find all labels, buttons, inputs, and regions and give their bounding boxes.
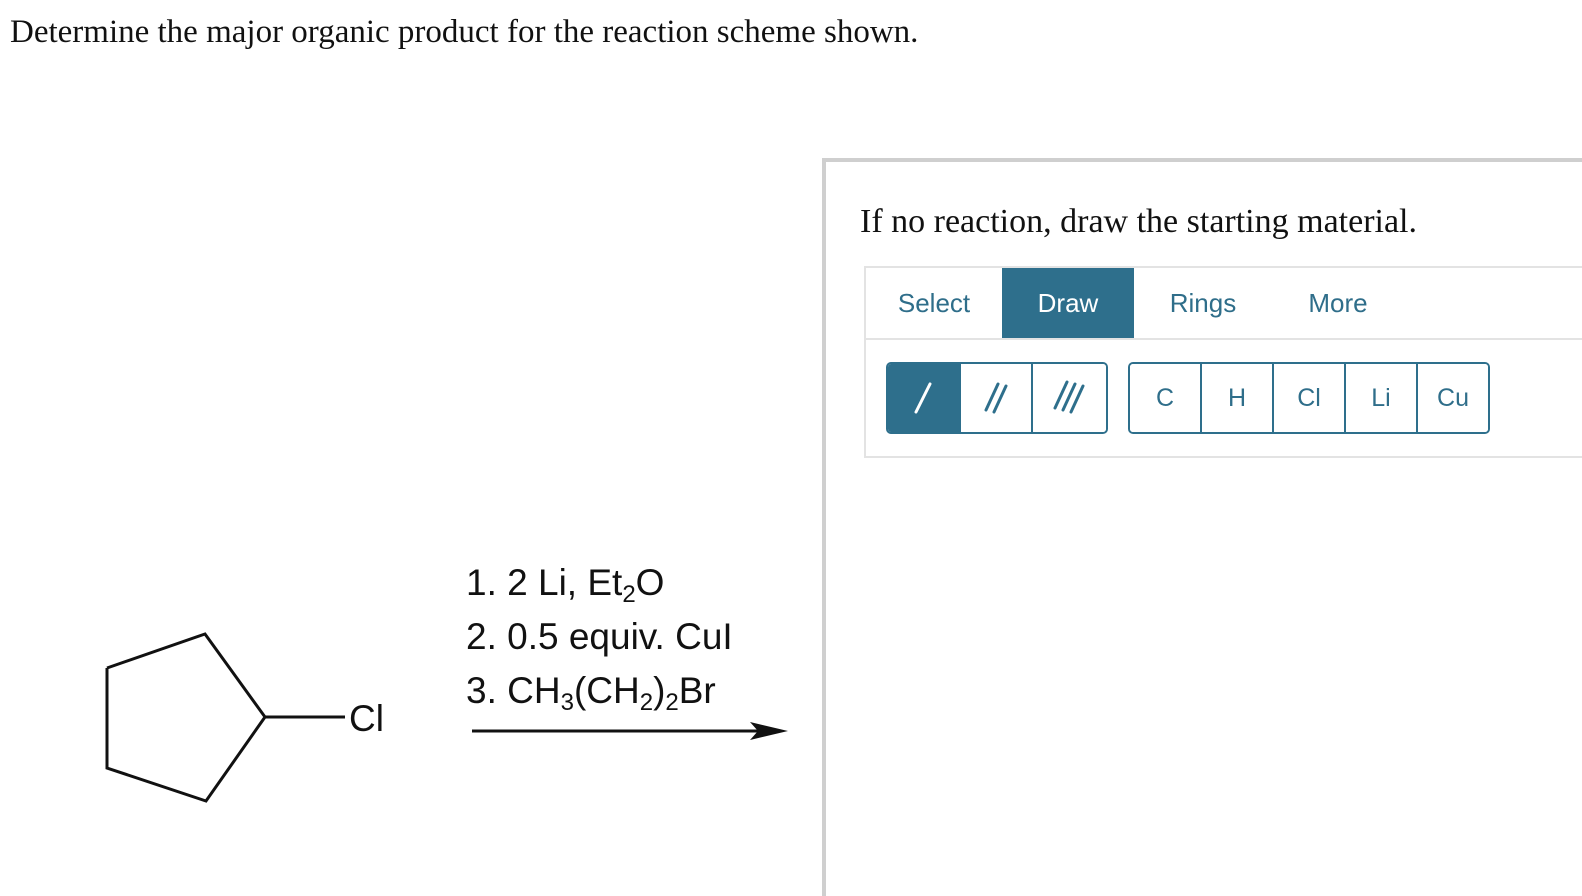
editor-tabs: Select Draw Rings More [866,268,1582,340]
reaction-arrow [472,722,788,740]
tab-more[interactable]: More [1272,268,1404,338]
reagent-step-1: 1. 2 Li, Et2O [466,562,665,608]
tab-rings[interactable]: Rings [1134,268,1272,338]
chlorine-atom-label: Cl [349,698,384,739]
single-bond-icon [914,382,932,414]
reaction-scheme: Cl 1. 2 Li, Et2O 2. 0.5 equiv. CuI 3. CH… [0,540,820,896]
double-bond-icon [984,382,1008,414]
cyclopentyl-chloride-structure [105,632,345,803]
atom-button-h[interactable]: H [1202,364,1274,432]
panel-instruction: If no reaction, draw the starting materi… [860,203,1417,240]
bond-tool-group [886,362,1108,434]
question-prompt: Determine the major organic product for … [10,14,919,50]
tab-select[interactable]: Select [866,268,1002,338]
atom-tool-group: C H Cl Li Cu [1128,362,1490,434]
atom-button-cl[interactable]: Cl [1274,364,1346,432]
structure-editor: Select Draw Rings More C H Cl Li Cu [864,266,1582,458]
reagent-conditions: 1. 2 Li, Et2O 2. 0.5 equiv. CuI 3. CH3(C… [466,556,733,718]
reagent-step-2: 2. 0.5 equiv. CuI [466,616,733,657]
reagent-step-3: 3. CH3(CH2)2Br [466,670,716,716]
atom-button-li[interactable]: Li [1346,364,1418,432]
atom-button-cu[interactable]: Cu [1418,364,1488,432]
tab-draw[interactable]: Draw [1002,268,1134,338]
atom-button-c[interactable]: C [1130,364,1202,432]
double-bond-button[interactable] [960,364,1034,432]
answer-panel: If no reaction, draw the starting materi… [822,158,1582,896]
triple-bond-button[interactable] [1033,364,1106,432]
triple-bond-icon [1053,380,1085,414]
single-bond-button[interactable] [888,364,961,432]
